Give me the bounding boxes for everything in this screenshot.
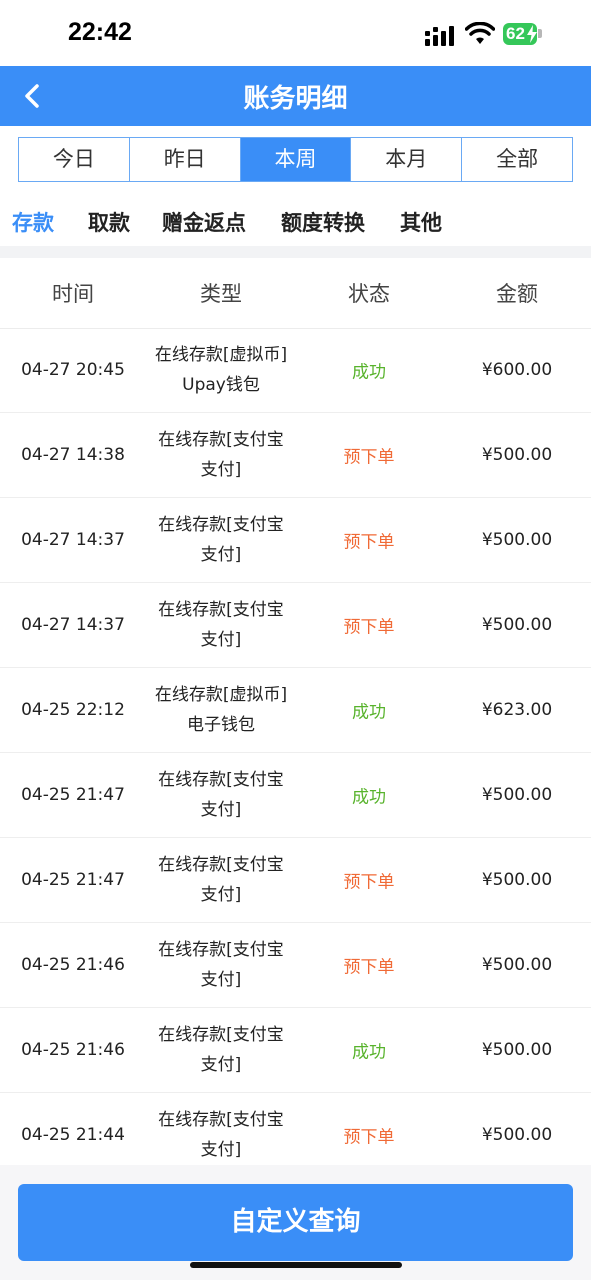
- table-row[interactable]: 04-25 21:47 在线存款[支付宝支付] 成功 ¥500.00: [0, 753, 591, 838]
- period-tab-today[interactable]: 今日: [19, 138, 130, 181]
- cell-amount: ¥500.00: [481, 955, 553, 975]
- cell-amount: ¥623.00: [481, 700, 553, 720]
- page-title: 账务明细: [243, 84, 348, 114]
- cell-type: 在线存款[支付宝支付]: [158, 1110, 284, 1160]
- cell-time: 04-27 20:45: [21, 360, 125, 380]
- table-row[interactable]: 04-25 21:46 在线存款[支付宝支付] 成功 ¥500.00: [0, 1008, 591, 1093]
- cell-time: 04-27 14:38: [21, 445, 125, 465]
- cell-status: 成功: [352, 702, 386, 723]
- cell-status: 预下单: [343, 1127, 395, 1148]
- cell-amount: ¥500.00: [481, 870, 553, 890]
- status-bar: 22:42 62: [0, 0, 591, 66]
- custom-query-button[interactable]: 自定义查询: [18, 1184, 573, 1261]
- period-tab-this-month[interactable]: 本月: [351, 138, 463, 181]
- category-tabs: 存款 取款 赠金返点 额度转换 其他: [0, 207, 591, 243]
- table-row[interactable]: 04-25 21:46 在线存款[支付宝支付] 预下单 ¥500.00: [0, 923, 591, 1008]
- cell-amount: ¥500.00: [481, 530, 553, 550]
- cell-time: 04-25 21:46: [21, 955, 125, 975]
- category-tab-transfer[interactable]: 额度转换: [281, 207, 365, 237]
- cell-type: 在线存款[虚拟币]Upay钱包: [154, 345, 288, 395]
- cell-type: 在线存款[支付宝支付]: [158, 600, 284, 650]
- cell-amount: ¥500.00: [481, 785, 553, 805]
- home-indicator: [190, 1262, 402, 1268]
- cell-type: 在线存款[虚拟币]电子钱包: [154, 685, 288, 735]
- table-row[interactable]: 04-25 21:47 在线存款[支付宝支付] 预下单 ¥500.00: [0, 838, 591, 923]
- cell-time: 04-25 22:12: [21, 700, 125, 720]
- cell-time: 04-27 14:37: [21, 615, 125, 635]
- battery-tip: [538, 29, 542, 38]
- cell-time: 04-25 21:47: [21, 785, 125, 805]
- cellular-signal-icon: [425, 26, 454, 46]
- cell-amount: ¥500.00: [481, 615, 553, 635]
- cell-amount: ¥500.00: [481, 445, 553, 465]
- column-header-amount: 金额: [496, 282, 538, 306]
- status-time: 22:42: [68, 18, 132, 46]
- cell-status: 成功: [352, 1042, 386, 1063]
- charging-bolt-icon: [527, 25, 537, 43]
- cell-status: 成功: [352, 362, 386, 383]
- cell-type: 在线存款[支付宝支付]: [158, 1025, 284, 1075]
- category-tab-bonus-rebate[interactable]: 赠金返点: [162, 207, 246, 237]
- period-tab-all[interactable]: 全部: [462, 138, 572, 181]
- table-row[interactable]: 04-27 20:45 在线存款[虚拟币]Upay钱包 成功 ¥600.00: [0, 328, 591, 413]
- cell-status: 预下单: [343, 872, 395, 893]
- cell-status: 成功: [352, 787, 386, 808]
- cell-status: 预下单: [343, 617, 395, 638]
- column-header-time: 时间: [52, 282, 94, 306]
- navigation-header: 账务明细: [0, 66, 591, 126]
- category-tab-other[interactable]: 其他: [400, 207, 442, 237]
- cell-amount: ¥500.00: [481, 1125, 553, 1145]
- table-row[interactable]: 04-27 14:37 在线存款[支付宝支付] 预下单 ¥500.00: [0, 498, 591, 583]
- cell-type: 在线存款[支付宝支付]: [158, 515, 284, 565]
- cell-status: 预下单: [343, 957, 395, 978]
- category-tab-withdraw[interactable]: 取款: [88, 207, 130, 237]
- cell-type: 在线存款[支付宝支付]: [158, 940, 284, 990]
- category-tab-deposit[interactable]: 存款: [12, 207, 54, 237]
- table-row[interactable]: 04-27 14:38 在线存款[支付宝支付] 预下单 ¥500.00: [0, 413, 591, 498]
- cell-time: 04-25 21:47: [21, 870, 125, 890]
- table-row[interactable]: 04-25 22:12 在线存款[虚拟币]电子钱包 成功 ¥623.00: [0, 668, 591, 753]
- battery-level: 62: [506, 24, 525, 43]
- period-tab-this-week[interactable]: 本周: [240, 138, 352, 181]
- cell-time: 04-27 14:37: [21, 530, 125, 550]
- cell-type: 在线存款[支付宝支付]: [158, 855, 284, 905]
- cell-status: 预下单: [343, 532, 395, 553]
- table-row[interactable]: 04-27 14:37 在线存款[支付宝支付] 预下单 ¥500.00: [0, 583, 591, 668]
- wifi-icon: [465, 22, 495, 44]
- cell-type: 在线存款[支付宝支付]: [158, 430, 284, 480]
- period-selector: 今日 昨日 本周 本月 全部: [18, 137, 573, 182]
- cell-type: 在线存款[支付宝支付]: [158, 770, 284, 820]
- cell-amount: ¥500.00: [481, 1040, 553, 1060]
- cell-status: 预下单: [343, 447, 395, 468]
- table-header: 时间 类型 状态 金额: [0, 258, 591, 329]
- period-tab-yesterday[interactable]: 昨日: [129, 138, 241, 181]
- cell-time: 04-25 21:46: [21, 1040, 125, 1060]
- cell-time: 04-25 21:44: [21, 1125, 125, 1145]
- column-header-type: 类型: [200, 282, 242, 306]
- column-header-status: 状态: [348, 282, 390, 306]
- cell-amount: ¥600.00: [481, 360, 553, 380]
- transaction-list: 04-27 20:45 在线存款[虚拟币]Upay钱包 成功 ¥600.00 04-27…: [0, 328, 591, 1178]
- section-divider: [0, 246, 591, 258]
